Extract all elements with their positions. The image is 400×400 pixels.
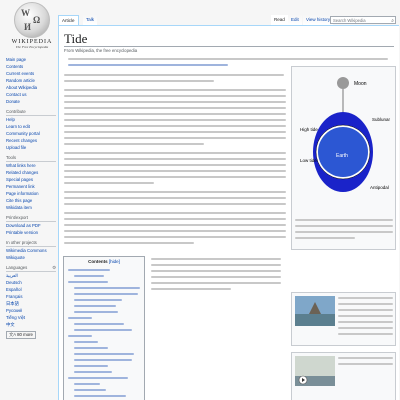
sidebar-item-special-pages[interactable]: Special pages (6, 176, 56, 183)
sidebar-item-printable-version[interactable]: Printable version (6, 229, 56, 236)
label-sublunar: Sublunar (372, 117, 391, 122)
sidebar-language-item[interactable]: العربية (6, 272, 56, 279)
label-antipodal: Antipodal (370, 185, 389, 190)
sidebar-item-upload-file[interactable]: Upload file (6, 144, 56, 151)
more-languages-button[interactable]: 文A 80 more (6, 331, 36, 339)
label-low-tide: Low tide (300, 158, 317, 163)
toc-header: Contents [hide] (64, 259, 144, 264)
tide-photo-figure (291, 292, 396, 346)
page-subtitle: From Wikipedia, the free encyclopedia (64, 48, 138, 53)
sidebar-language-item[interactable]: Русский (6, 307, 56, 314)
toc-hide-link[interactable]: [hide] (109, 259, 120, 264)
sidebar-item-permanent-link[interactable]: Permanent link (6, 183, 56, 190)
label-high-tide: High tide (300, 127, 318, 132)
label-earth: Earth (336, 153, 348, 159)
sidebar-item-learn-to-edit[interactable]: Learn to edit (6, 123, 56, 130)
table-of-contents: Contents [hide] (63, 256, 145, 400)
sidebar-item-current-events[interactable]: Current events (6, 70, 56, 77)
sidebar-item-donate[interactable]: Donate (6, 98, 56, 105)
translate-icon: 文A (9, 332, 16, 337)
sidebar-item-wikidata-item[interactable]: Wikidata item (6, 204, 56, 211)
sidebar-language-item[interactable]: 日本語 (6, 300, 56, 307)
sidebar-language-item[interactable]: Deutsch (6, 279, 56, 286)
tab-view-history[interactable]: View history (303, 15, 334, 25)
mont-saint-michel-photo[interactable] (295, 296, 335, 326)
sidebar-heading-print-export: Print/export (6, 215, 56, 222)
page-title: Tide (64, 31, 394, 47)
search-input[interactable]: Search Wikipedia ⌕ (330, 16, 396, 24)
sidebar-language-item[interactable]: Tiếng Việt (6, 314, 56, 321)
tab-talk[interactable]: Talk (83, 15, 98, 25)
sidebar: Main page Contents Current events Random… (6, 56, 56, 339)
sidebar-item-what-links-here[interactable]: What links here (6, 162, 56, 169)
sidebar-item-download-pdf[interactable]: Download as PDF (6, 222, 56, 229)
moon-icon (337, 77, 349, 89)
sidebar-item-help[interactable]: Help (6, 116, 56, 123)
sidebar-item-related-changes[interactable]: Related changes (6, 169, 56, 176)
tab-read[interactable]: Read (271, 15, 288, 25)
wikipedia-logo[interactable]: WΩИ WIKIPEDIA The Free Encyclopedia (4, 2, 60, 49)
tab-edit[interactable]: Edit (288, 15, 302, 25)
languages-heading-label: Languages (6, 265, 28, 270)
sidebar-item-wikiquote[interactable]: Wikiquote (6, 254, 56, 261)
tide-timelapse-video[interactable] (295, 356, 335, 386)
sidebar-nav: Main page Contents Current events Random… (6, 56, 56, 105)
article-content: Tide From Wikipedia, the free encycloped… (58, 25, 399, 400)
sidebar-heading-tools: Tools (6, 155, 56, 162)
sidebar-heading-other-projects: In other projects (6, 240, 56, 247)
logo-tagline: The Free Encyclopedia (15, 45, 49, 49)
sidebar-language-item[interactable]: Français (6, 293, 56, 300)
sidebar-item-page-information[interactable]: Page information (6, 190, 56, 197)
sidebar-item-recent-changes[interactable]: Recent changes (6, 137, 56, 144)
sidebar-item-contents[interactable]: Contents (6, 63, 56, 70)
sidebar-item-about[interactable]: About Wikipedia (6, 84, 56, 91)
more-languages-label: 80 more (17, 332, 33, 337)
gear-icon[interactable]: ⚙ (52, 265, 56, 271)
sidebar-heading-contribute: Contribute (6, 109, 56, 116)
tide-diagram-figure: Moon Earth High tide Low tide Sublunar A… (291, 66, 396, 250)
label-moon: Moon (354, 81, 367, 87)
search-icon[interactable]: ⌕ (391, 17, 394, 25)
sidebar-item-main-page[interactable]: Main page (6, 56, 56, 63)
search-placeholder: Search Wikipedia (333, 18, 366, 23)
toc-title: Contents (88, 259, 108, 264)
earth-icon (318, 127, 368, 177)
sidebar-item-cite-this-page[interactable]: Cite this page (6, 197, 56, 204)
sidebar-item-random-article[interactable]: Random article (6, 77, 56, 84)
sidebar-item-community-portal[interactable]: Community portal (6, 130, 56, 137)
sidebar-item-contact[interactable]: Contact us (6, 91, 56, 98)
puzzle-globe-icon: WΩИ (14, 2, 50, 38)
sidebar-language-item[interactable]: Español (6, 286, 56, 293)
sidebar-heading-languages: Languages ⚙ (6, 265, 56, 272)
tide-video-figure (291, 352, 396, 400)
sidebar-item-commons[interactable]: Wikimedia Commons (6, 247, 56, 254)
sidebar-language-item[interactable]: 中文 (6, 321, 56, 328)
tide-diagram[interactable]: Moon Earth High tide Low tide Sublunar A… (292, 67, 395, 215)
